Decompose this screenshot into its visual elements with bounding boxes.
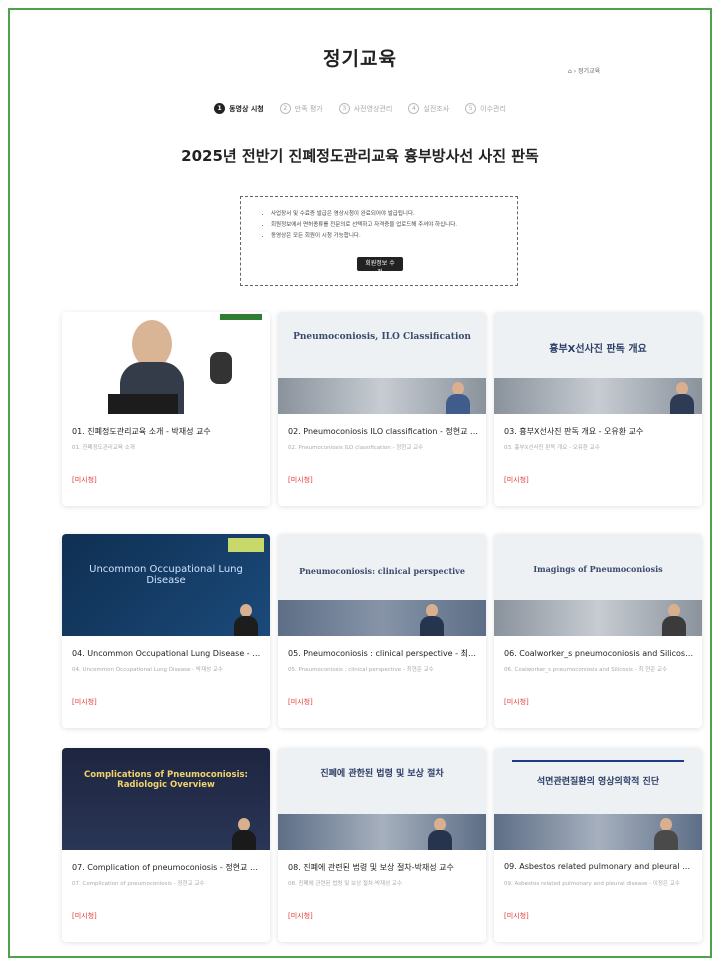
card-title[interactable]: 04. Uncommon Occupational Lung Disease -…	[72, 648, 262, 659]
slide-photo	[278, 814, 486, 850]
course-title: 2025년 전반기 진폐정도관리교육 흉부방사선 사진 판독	[181, 147, 539, 165]
step-label: 사전영상관리	[353, 104, 393, 113]
video-thumbnail[interactable]: 진폐에 관한된 법령 및 보상 절차	[278, 748, 486, 850]
status-badge: [미시청]	[72, 698, 97, 706]
card-title[interactable]: 06. Coalworker_s pneumoconiosis and Sili…	[504, 648, 694, 659]
slide-photo	[278, 600, 486, 636]
video-card[interactable]: Imagings of Pneumoconiosis 06. Coalworke…	[494, 534, 702, 728]
video-thumbnail[interactable]: Pneumoconiosis, ILO Classification	[278, 312, 486, 414]
slide-title: 흉부X선사진 판독 개요	[549, 344, 647, 355]
status-badge: [미시청]	[288, 476, 313, 484]
slide-title: Imagings of Pneumoconiosis	[533, 564, 663, 574]
video-thumbnail[interactable]: 흉부X선사진 판독 개요	[494, 312, 702, 414]
presenter-head	[132, 320, 172, 368]
step-survey[interactable]: 2 만족 평가	[279, 103, 323, 114]
step-pre-video[interactable]: 3 사전영상관리	[338, 103, 393, 114]
step-label: 만족 평가	[294, 104, 323, 113]
step-number: 4	[408, 103, 420, 114]
card-title[interactable]: 01. 진폐정도관리교육 소개 - 박재성 교수	[72, 426, 262, 437]
presenter	[670, 382, 694, 414]
card-subtitle: 09. Asbestos related pulmonary and pleur…	[504, 881, 680, 887]
video-card[interactable]: Pneumoconiosis: clinical perspective 05.…	[278, 534, 486, 728]
status-badge: [미시청]	[288, 698, 313, 706]
video-card[interactable]: Complications of Pneumoconiosis: Radiolo…	[62, 748, 270, 942]
video-card[interactable]: 흉부X선사진 판독 개요 03. 흉부X선사진 판독 개요 - 오유환 교수 0…	[494, 312, 702, 506]
status-badge: [미시청]	[504, 912, 529, 920]
video-thumbnail[interactable]: Pneumoconiosis: clinical perspective	[278, 534, 486, 636]
slide-title: Complications of Pneumoconiosis: Radiolo…	[84, 770, 248, 790]
step-number: 5	[465, 103, 477, 114]
slide-title: 진폐에 관한된 법령 및 보상 절차	[320, 769, 444, 779]
presenter	[446, 382, 470, 414]
notice-item: 회원정보에서 면허종류를 전문의로 선택하고 자격증을 업로드해 주셔야 하십니…	[271, 220, 505, 231]
step-video[interactable]: 1 동영상 시청	[214, 103, 264, 114]
card-subtitle: 06. Coalworker_s pneumoconiosis and Sili…	[504, 667, 668, 673]
card-subtitle: 07. Complication of pneumoconiosis - 정현교…	[72, 881, 205, 887]
step-label: 실전조사	[423, 104, 450, 113]
presenter	[232, 818, 256, 850]
step-number: 3	[338, 103, 350, 114]
page-title: 정기교육	[323, 48, 397, 70]
card-title[interactable]: 02. Pneumoconiosis ILO classification - …	[288, 426, 478, 437]
card-subtitle: 08. 진폐에 관련된 법령 및 보상 절차-박재성 교수	[288, 881, 403, 887]
video-card[interactable]: Pneumoconiosis, ILO Classification 02. P…	[278, 312, 486, 506]
video-card[interactable]: 석면관련질환의 영상의학적 진단 09. Asbestos related pu…	[494, 748, 702, 942]
microphone	[210, 352, 232, 384]
card-subtitle: 04. Uncommon Occupational Lung Disease -…	[72, 667, 223, 673]
card-title[interactable]: 08. 진폐에 관련된 법령 및 보상 절차-박재성 교수	[288, 862, 478, 873]
slide-title: Uncommon Occupational Lung Disease	[89, 564, 243, 586]
card-subtitle: 03. 흉부X선사진 판독 개요 - 오유환 교수	[504, 445, 600, 451]
card-title[interactable]: 03. 흉부X선사진 판독 개요 - 오유환 교수	[504, 426, 694, 437]
laptop	[108, 394, 178, 414]
card-title[interactable]: 07. Complication of pneumoconiosis - 정현교…	[72, 862, 262, 873]
card-subtitle: 05. Pneumoconiosis : clinical perspectiv…	[288, 667, 434, 673]
card-title[interactable]: 09. Asbestos related pulmonary and pleur…	[504, 862, 694, 871]
status-badge: [미시청]	[72, 476, 97, 484]
presenter	[654, 818, 678, 850]
logo-bar	[220, 314, 262, 320]
edit-profile-button[interactable]: 회원정보 수정	[357, 257, 403, 276]
step-label: 동영상 시청	[229, 104, 264, 113]
video-card[interactable]: 진폐에 관한된 법령 및 보상 절차 08. 진폐에 관련된 법령 및 보상 절…	[278, 748, 486, 942]
status-badge: [미시청]	[72, 912, 97, 920]
video-thumbnail[interactable]	[62, 312, 270, 414]
step-completion[interactable]: 5 이수관리	[465, 103, 506, 114]
video-thumbnail[interactable]: Uncommon Occupational Lung Disease	[62, 534, 270, 636]
step-practice[interactable]: 4 실전조사	[408, 103, 449, 114]
step-number: 2	[279, 103, 291, 114]
presenter	[420, 604, 444, 636]
video-thumbnail[interactable]: Complications of Pneumoconiosis: Radiolo…	[62, 748, 270, 850]
notice-box: 사업장서 및 수료증 발급은 영상시청이 완료되어야 발급됩니다. 회원정보에서…	[240, 196, 518, 286]
card-title[interactable]: 05. Pneumoconiosis : clinical perspectiv…	[288, 648, 478, 659]
video-card[interactable]: 01. 진폐정도관리교육 소개 - 박재성 교수 01. 진폐정도관리교육 소개…	[62, 312, 270, 506]
presenter	[662, 604, 686, 636]
card-subtitle: 01. 진폐정도관리교육 소개	[72, 445, 135, 451]
step-number: 1	[214, 103, 226, 114]
progress-steps: 1 동영상 시청 2 만족 평가 3 사전영상관리 4 실전조사 5 이수관리	[10, 103, 710, 114]
breadcrumb[interactable]: ⌂ › 정기교육	[568, 66, 600, 75]
presenter	[234, 604, 258, 636]
slide-rule	[512, 760, 684, 762]
video-thumbnail[interactable]: Imagings of Pneumoconiosis	[494, 534, 702, 636]
video-card[interactable]: Uncommon Occupational Lung Disease 04. U…	[62, 534, 270, 728]
step-label: 이수관리	[480, 104, 506, 113]
page-frame: 정기교육 ⌂ › 정기교육 1 동영상 시청 2 만족 평가 3 사전영상관리 …	[8, 8, 712, 958]
slide-title: Pneumoconiosis, ILO Classification	[293, 332, 471, 342]
status-badge: [미시청]	[288, 912, 313, 920]
logo-bar	[228, 538, 264, 552]
presenter	[428, 818, 452, 850]
slide-title: Pneumoconiosis: clinical perspective	[299, 566, 465, 576]
notice-item: 동영상은 모든 회원이 시청 가능합니다.	[271, 231, 505, 242]
card-subtitle: 02. Pneumoconiosis ILO classification - …	[288, 445, 424, 451]
status-badge: [미시청]	[504, 698, 529, 706]
notice-item: 사업장서 및 수료증 발급은 영상시청이 완료되어야 발급됩니다.	[271, 209, 505, 220]
video-thumbnail[interactable]: 석면관련질환의 영상의학적 진단	[494, 748, 702, 850]
slide-title: 석면관련질환의 영상의학적 진단	[536, 777, 660, 787]
status-badge: [미시청]	[504, 476, 529, 484]
